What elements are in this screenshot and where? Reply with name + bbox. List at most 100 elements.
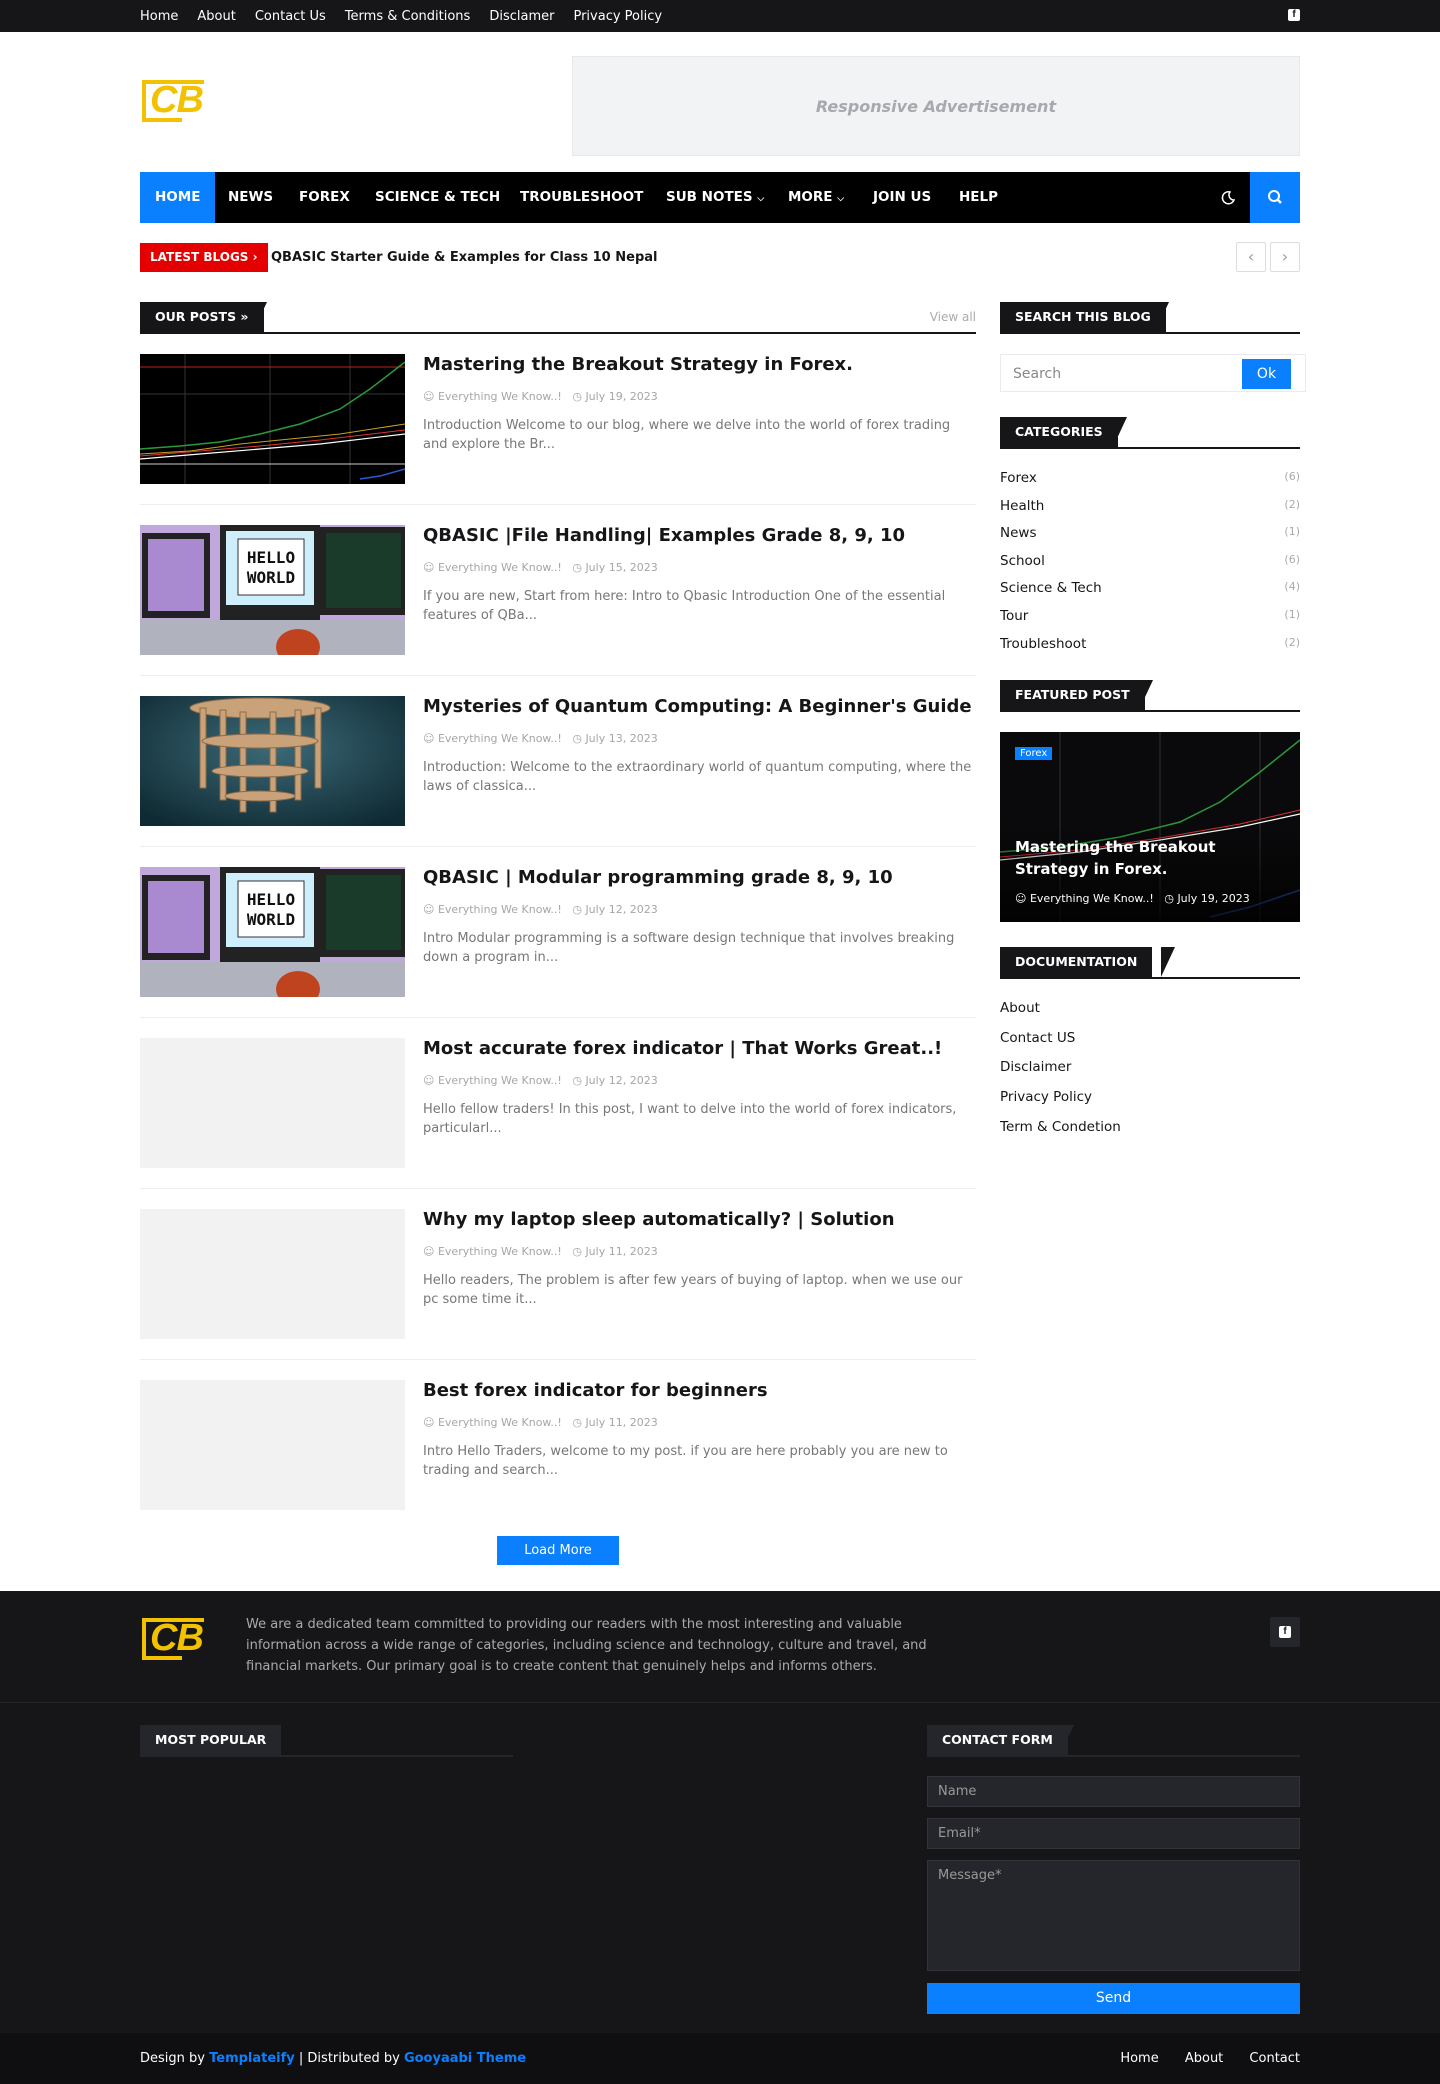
- templateify-link[interactable]: Templateify: [209, 2051, 295, 2066]
- doc-link-contact[interactable]: Contact US: [1000, 1030, 1075, 1046]
- nav-forex[interactable]: FOREX: [299, 172, 350, 223]
- chevron-down-icon: ⌵: [757, 194, 765, 204]
- nav-troubleshoot[interactable]: TROUBLESHOOT: [520, 172, 643, 223]
- clock-icon: ◷: [572, 390, 582, 403]
- user-icon: ☺: [423, 561, 435, 574]
- title-underline: [1000, 710, 1300, 712]
- post-thumbnail[interactable]: [140, 1380, 405, 1510]
- chevron-left-icon: ‹: [1247, 247, 1255, 266]
- doc-link-disclaimer[interactable]: Disclaimer: [1000, 1059, 1071, 1075]
- featured-post-header: FEATURED POST: [1000, 680, 1300, 712]
- contact-email-input[interactable]: Email*: [927, 1818, 1300, 1849]
- post-date: July 15, 2023: [585, 561, 658, 574]
- post-title[interactable]: Mysteries of Quantum Computing: A Beginn…: [423, 696, 972, 717]
- top-menu-disclamer[interactable]: Disclamer: [489, 9, 554, 24]
- nav-search-button[interactable]: [1250, 172, 1300, 223]
- post-thumbnail[interactable]: [140, 354, 405, 484]
- footer-link-home[interactable]: Home: [1120, 2051, 1158, 2066]
- post-author: Everything We Know..!: [437, 390, 562, 403]
- site-logo[interactable]: CB: [140, 74, 204, 128]
- ticker-next-button[interactable]: ›: [1270, 242, 1300, 272]
- top-menu-about[interactable]: About: [197, 9, 235, 24]
- nav-join-us[interactable]: JOIN US: [873, 172, 931, 223]
- nav-news[interactable]: NEWS: [228, 172, 273, 223]
- view-all-link[interactable]: View all: [930, 310, 976, 324]
- post-item[interactable]: Mastering the Breakout Strategy in Forex…: [140, 354, 976, 485]
- post-excerpt: Hello fellow traders! In this post, I wa…: [423, 1102, 957, 1136]
- post-item[interactable]: Why my laptop sleep automatically? | Sol…: [140, 1209, 976, 1340]
- footer-logo[interactable]: CB: [140, 1612, 204, 1666]
- category-name: Health: [1000, 498, 1045, 514]
- send-button[interactable]: Send: [927, 1983, 1300, 2014]
- featured-post-card[interactable]: Forex Mastering the Breakout Strategy in…: [1000, 732, 1300, 922]
- search-input[interactable]: Search: [1013, 355, 1061, 393]
- advertisement-banner[interactable]: Responsive Advertisement: [572, 56, 1300, 156]
- post-thumbnail[interactable]: [140, 1038, 405, 1168]
- post-item[interactable]: HELLO WORLD QBASIC |File Handling| Examp…: [140, 525, 976, 656]
- top-menu-terms[interactable]: Terms & Conditions: [345, 9, 471, 24]
- doc-link-privacy[interactable]: Privacy Policy: [1000, 1089, 1092, 1105]
- post-date: July 13, 2023: [585, 732, 658, 745]
- post-date: July 11, 2023: [585, 1245, 658, 1258]
- facebook-icon[interactable]: f: [1288, 9, 1300, 21]
- post-thumbnail[interactable]: HELLO WORLD: [140, 867, 405, 997]
- post-divider: [140, 1188, 976, 1189]
- nav-sub-notes[interactable]: SUB NOTES ⌵: [666, 172, 764, 223]
- category-item[interactable]: Troubleshoot (2): [1000, 636, 1300, 652]
- post-date: July 19, 2023: [585, 390, 658, 403]
- post-date: July 12, 2023: [585, 903, 658, 916]
- title-underline: [140, 1755, 513, 1757]
- post-title[interactable]: Mastering the Breakout Strategy in Forex…: [423, 354, 853, 375]
- top-menu-home[interactable]: Home: [140, 9, 178, 24]
- category-item[interactable]: Science & Tech (4): [1000, 580, 1300, 596]
- post-thumbnail[interactable]: [140, 1209, 405, 1339]
- title-underline: [1000, 447, 1300, 449]
- post-item[interactable]: HELLO WORLD QBASIC | Modular programming…: [140, 867, 976, 998]
- footer-facebook-button[interactable]: f: [1270, 1617, 1300, 1647]
- category-item[interactable]: School (6): [1000, 553, 1300, 569]
- doc-link-about[interactable]: About: [1000, 1000, 1040, 1016]
- post-title[interactable]: Best forex indicator for beginners: [423, 1380, 768, 1401]
- nav-home[interactable]: HOME: [140, 172, 216, 223]
- post-excerpt: Introduction: Welcome to the extraordina…: [423, 760, 972, 794]
- contact-message-textarea[interactable]: Message*: [927, 1860, 1300, 1971]
- most-popular-title: MOST POPULAR: [140, 1725, 282, 1755]
- featured-title[interactable]: Mastering the Breakout Strategy in Forex…: [1015, 836, 1285, 880]
- post-title[interactable]: QBASIC |File Handling| Examples Grade 8,…: [423, 525, 905, 546]
- search-ok-button[interactable]: Ok: [1242, 359, 1291, 389]
- nav-more[interactable]: MORE ⌵: [788, 172, 844, 223]
- footer-link-about[interactable]: About: [1185, 2051, 1223, 2066]
- post-item[interactable]: Best forex indicator for beginners ☺ Eve…: [140, 1380, 976, 1511]
- featured-tag[interactable]: Forex: [1015, 747, 1053, 760]
- user-icon: ☺: [423, 1416, 435, 1429]
- post-meta: ☺ Everything We Know..! ◷ July 11, 2023: [423, 1245, 658, 1258]
- ticker-prev-button[interactable]: ‹: [1236, 242, 1266, 272]
- title-tab-edge: [1161, 947, 1175, 977]
- nav-science-tech[interactable]: SCIENCE & TECH: [375, 172, 500, 223]
- top-menu-privacy[interactable]: Privacy Policy: [573, 9, 662, 24]
- load-more-button[interactable]: Load More: [497, 1536, 619, 1565]
- ticker-headline[interactable]: QBASIC Starter Guide & Examples for Clas…: [271, 243, 657, 272]
- top-menu-contact[interactable]: Contact Us: [255, 9, 326, 24]
- ticker-label-text: LATEST BLOGS: [150, 250, 249, 264]
- nav-sub-notes-label: SUB NOTES: [666, 189, 753, 205]
- category-item[interactable]: Tour (1): [1000, 608, 1300, 624]
- post-item[interactable]: Mysteries of Quantum Computing: A Beginn…: [140, 696, 976, 827]
- post-title[interactable]: QBASIC | Modular programming grade 8, 9,…: [423, 867, 893, 888]
- category-item[interactable]: Health (2): [1000, 498, 1300, 514]
- post-thumbnail[interactable]: [140, 696, 405, 826]
- post-thumbnail[interactable]: HELLO WORLD: [140, 525, 405, 655]
- category-item[interactable]: Forex (6): [1000, 470, 1300, 486]
- doc-link-terms[interactable]: Term & Condetion: [1000, 1119, 1121, 1135]
- post-title[interactable]: Why my laptop sleep automatically? | Sol…: [423, 1209, 895, 1230]
- dark-mode-icon[interactable]: [1218, 188, 1238, 208]
- post-title[interactable]: Most accurate forex indicator | That Wor…: [423, 1038, 942, 1059]
- category-item[interactable]: News (1): [1000, 525, 1300, 541]
- nav-help[interactable]: HELP: [959, 172, 998, 223]
- post-item[interactable]: Most accurate forex indicator | That Wor…: [140, 1038, 976, 1169]
- post-author: Everything We Know..!: [437, 1416, 562, 1429]
- logo-text: CB: [150, 79, 204, 121]
- contact-name-input[interactable]: Name: [927, 1776, 1300, 1807]
- gooyaabi-link[interactable]: Gooyaabi Theme: [404, 2051, 526, 2066]
- footer-link-contact[interactable]: Contact: [1249, 2051, 1300, 2066]
